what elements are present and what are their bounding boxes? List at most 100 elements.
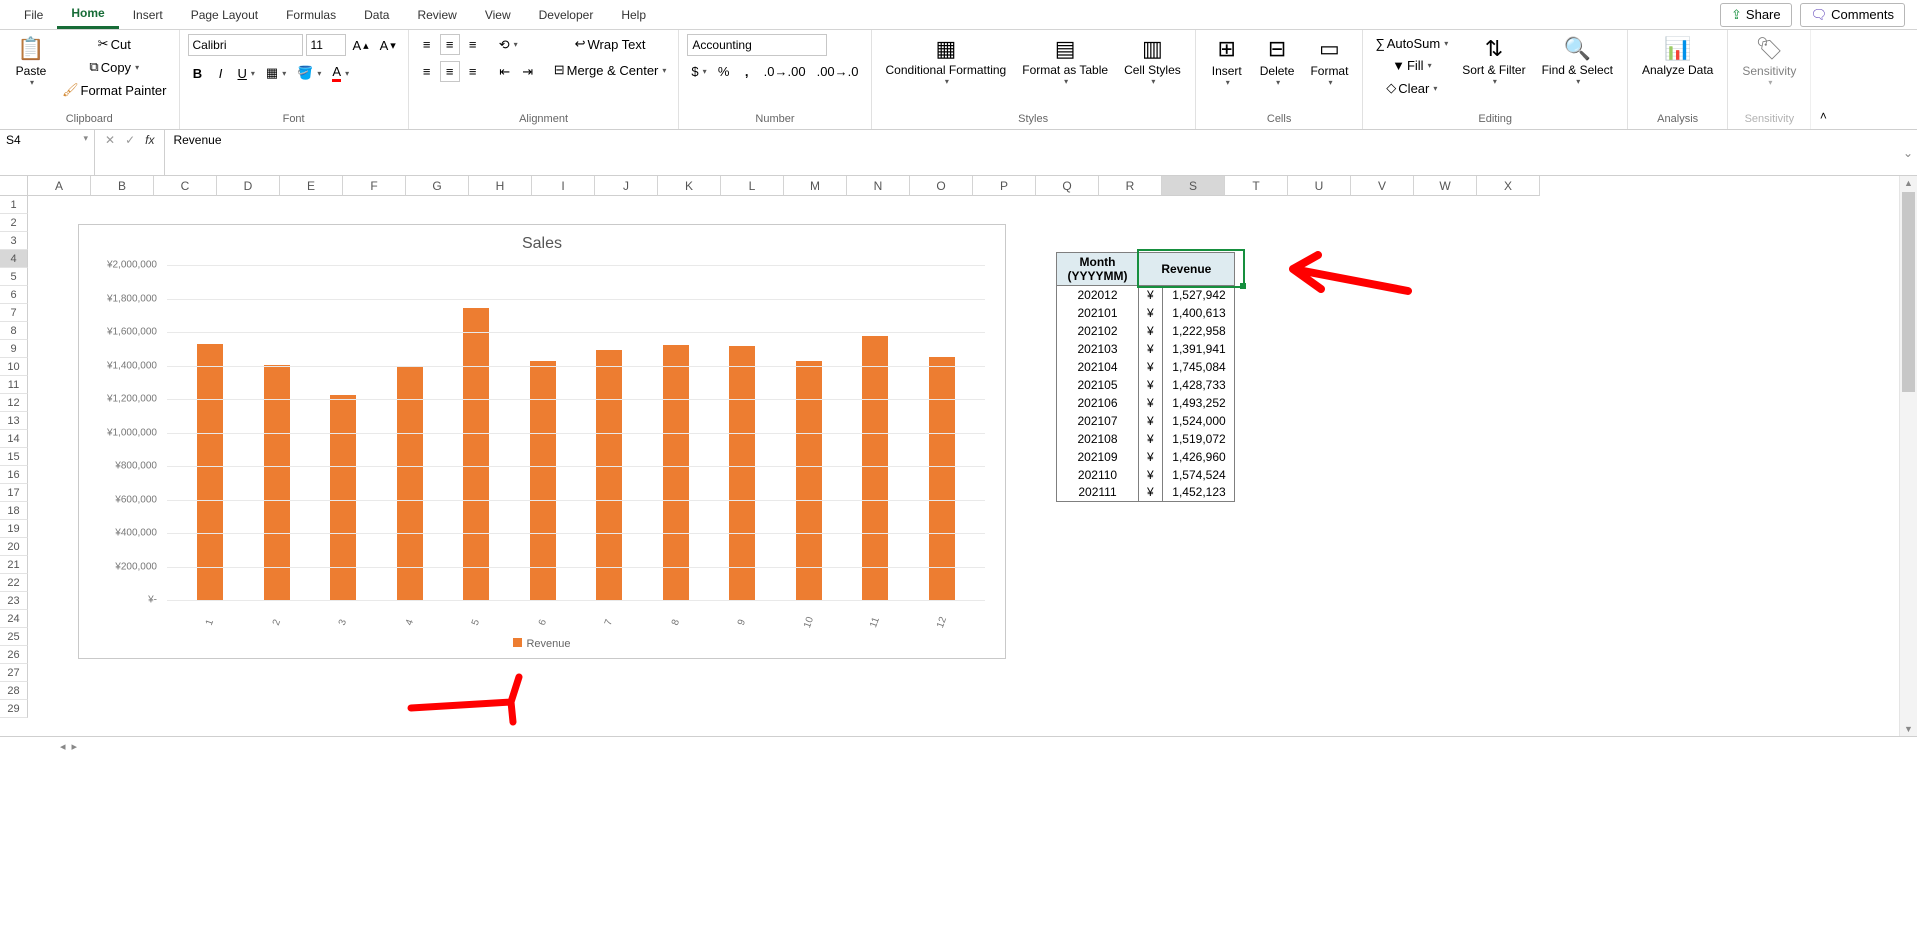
row-header[interactable]: 22: [0, 574, 28, 592]
delete-cells-button[interactable]: ⊟Delete: [1254, 34, 1301, 89]
increase-font-button[interactable]: A▴: [349, 36, 373, 55]
fx-button[interactable]: fx: [145, 133, 154, 147]
font-name-combo[interactable]: [188, 34, 303, 56]
table-header-month[interactable]: Month (YYYYMM): [1057, 253, 1139, 286]
tab-help[interactable]: Help: [607, 2, 660, 28]
row-header[interactable]: 7: [0, 304, 28, 322]
scrollbar-thumb[interactable]: [1902, 192, 1915, 392]
chart-bar[interactable]: [663, 345, 689, 600]
column-header[interactable]: N: [847, 176, 910, 196]
cell-month[interactable]: 202102: [1057, 322, 1139, 340]
format-cells-button[interactable]: ▭Format: [1304, 34, 1354, 89]
align-top-button[interactable]: ≡: [417, 35, 437, 54]
cell-value[interactable]: 1,527,942: [1162, 286, 1234, 304]
chart-bar[interactable]: [596, 350, 622, 600]
column-header[interactable]: F: [343, 176, 406, 196]
table-row[interactable]: 202103¥1,391,941: [1057, 340, 1235, 358]
chart-bar[interactable]: [330, 395, 356, 600]
share-button[interactable]: ⇪Share: [1720, 3, 1792, 27]
column-header[interactable]: P: [973, 176, 1036, 196]
number-format-combo[interactable]: [687, 34, 827, 56]
row-header[interactable]: 6: [0, 286, 28, 304]
expand-formula-bar-button[interactable]: ⌄: [1899, 130, 1917, 175]
table-row[interactable]: 202107¥1,524,000: [1057, 412, 1235, 430]
cell-value[interactable]: 1,745,084: [1162, 358, 1234, 376]
column-header[interactable]: T: [1225, 176, 1288, 196]
column-header[interactable]: U: [1288, 176, 1351, 196]
cell-currency[interactable]: ¥: [1139, 430, 1163, 448]
table-row[interactable]: 202109¥1,426,960: [1057, 448, 1235, 466]
cell-month[interactable]: 202103: [1057, 340, 1139, 358]
accounting-format-button[interactable]: $: [687, 62, 710, 81]
tab-page-layout[interactable]: Page Layout: [177, 2, 272, 28]
decrease-font-button[interactable]: A▾: [376, 36, 400, 55]
paste-button[interactable]: 📋Paste: [8, 34, 54, 89]
row-header[interactable]: 20: [0, 538, 28, 556]
cell-currency[interactable]: ¥: [1139, 304, 1163, 322]
tab-insert[interactable]: Insert: [119, 2, 177, 28]
row-header[interactable]: 15: [0, 448, 28, 466]
column-header[interactable]: G: [406, 176, 469, 196]
sensitivity-button[interactable]: 🏷Sensitivity: [1736, 34, 1802, 89]
cell-month[interactable]: 202107: [1057, 412, 1139, 430]
cell-currency[interactable]: ¥: [1139, 358, 1163, 376]
autosum-button[interactable]: ∑ AutoSum: [1371, 34, 1452, 53]
cell-value[interactable]: 1,524,000: [1162, 412, 1234, 430]
column-header[interactable]: H: [469, 176, 532, 196]
cell-month[interactable]: 202110: [1057, 466, 1139, 484]
row-header[interactable]: 8: [0, 322, 28, 340]
scroll-down-icon[interactable]: ▼: [1900, 724, 1917, 734]
comma-button[interactable]: ,: [737, 62, 757, 81]
row-header[interactable]: 11: [0, 376, 28, 394]
column-header[interactable]: C: [154, 176, 217, 196]
wrap-text-button[interactable]: ↩ Wrap Text: [550, 34, 671, 54]
row-header[interactable]: 27: [0, 664, 28, 682]
table-row[interactable]: 202102¥1,222,958: [1057, 322, 1235, 340]
cell-month[interactable]: 202104: [1057, 358, 1139, 376]
row-header[interactable]: 24: [0, 610, 28, 628]
column-header[interactable]: W: [1414, 176, 1477, 196]
table-row[interactable]: 202104¥1,745,084: [1057, 358, 1235, 376]
row-header[interactable]: 19: [0, 520, 28, 538]
sales-chart[interactable]: Sales ¥-¥200,000¥400,000¥600,000¥800,000…: [78, 224, 1006, 659]
table-row[interactable]: 202110¥1,574,524: [1057, 466, 1235, 484]
align-middle-button[interactable]: ≡: [440, 34, 460, 55]
column-header[interactable]: A: [28, 176, 91, 196]
row-header[interactable]: 16: [0, 466, 28, 484]
tab-file[interactable]: File: [10, 2, 57, 28]
row-header[interactable]: 14: [0, 430, 28, 448]
cell-value[interactable]: 1,574,524: [1162, 466, 1234, 484]
chart-bar[interactable]: [197, 344, 223, 600]
row-header[interactable]: 28: [0, 682, 28, 700]
chart-bar[interactable]: [862, 336, 888, 600]
format-as-table-button[interactable]: ▤Format as Table: [1016, 34, 1114, 88]
align-right-button[interactable]: ≡: [463, 62, 483, 81]
borders-button[interactable]: ▦: [262, 63, 290, 83]
column-header[interactable]: R: [1099, 176, 1162, 196]
italic-button[interactable]: I: [211, 64, 231, 83]
cell-styles-button[interactable]: ▥Cell Styles: [1118, 34, 1187, 88]
next-sheet-button[interactable]: ▸: [72, 740, 78, 753]
row-header[interactable]: 1: [0, 196, 28, 214]
align-bottom-button[interactable]: ≡: [463, 35, 483, 54]
table-row[interactable]: 202106¥1,493,252: [1057, 394, 1235, 412]
name-box[interactable]: S4▾: [0, 130, 95, 175]
cell-currency[interactable]: ¥: [1139, 466, 1163, 484]
fill-color-button[interactable]: 🪣: [293, 63, 325, 83]
decrease-decimal-button[interactable]: .00→.0: [813, 62, 863, 81]
cell-currency[interactable]: ¥: [1139, 340, 1163, 358]
row-header[interactable]: 25: [0, 628, 28, 646]
cell-value[interactable]: 1,391,941: [1162, 340, 1234, 358]
column-header[interactable]: J: [595, 176, 658, 196]
chart-bar[interactable]: [929, 357, 955, 600]
tab-data[interactable]: Data: [350, 2, 403, 28]
enter-formula-button[interactable]: ✓: [125, 133, 135, 147]
selected-cell[interactable]: [1137, 249, 1245, 288]
row-headers[interactable]: 1234567891011121314151617181920212223242…: [0, 196, 28, 718]
row-header[interactable]: 13: [0, 412, 28, 430]
column-header[interactable]: Q: [1036, 176, 1099, 196]
column-header[interactable]: E: [280, 176, 343, 196]
cell-month[interactable]: 202106: [1057, 394, 1139, 412]
analyze-data-button[interactable]: 📊Analyze Data: [1636, 34, 1719, 79]
merge-center-button[interactable]: ⊟ Merge & Center: [550, 60, 671, 80]
